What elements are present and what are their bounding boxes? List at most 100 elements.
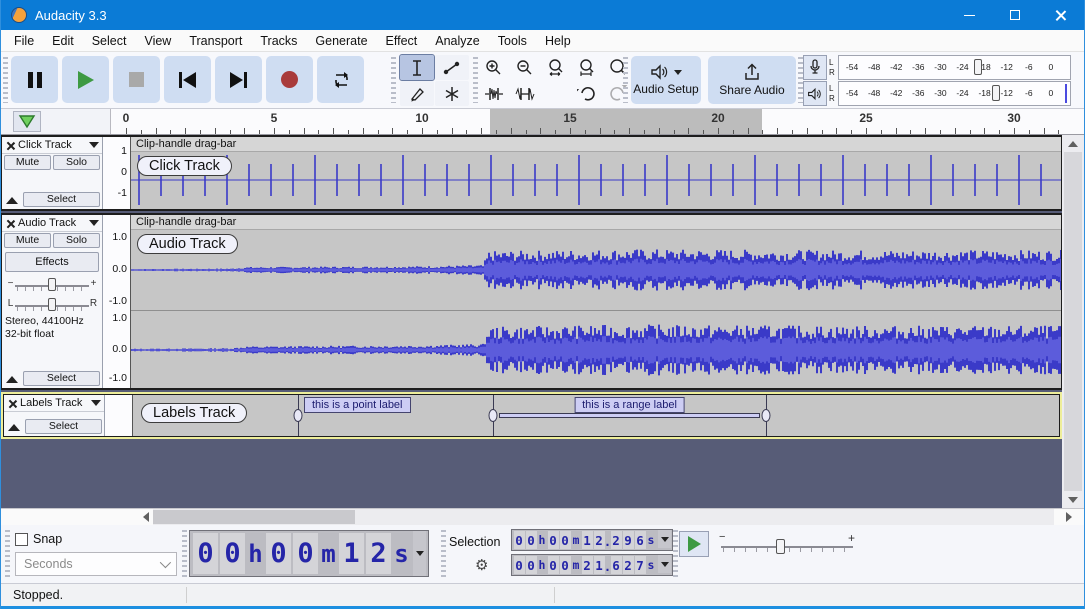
time-digit[interactable]: 6 bbox=[610, 556, 622, 574]
playback-meter-scale[interactable]: -54 -48 -42 -36 -30 -24 -18 -12 -6 0 bbox=[838, 81, 1071, 106]
menu-effect[interactable]: Effect bbox=[377, 31, 427, 51]
scroll-right-button[interactable] bbox=[1061, 509, 1076, 525]
point-label-text[interactable]: this is a point label bbox=[304, 397, 411, 413]
menu-file[interactable]: File bbox=[5, 31, 43, 51]
time-digit[interactable]: 0 bbox=[513, 531, 525, 549]
skip-to-end-button[interactable] bbox=[215, 56, 262, 103]
play-button[interactable] bbox=[62, 56, 109, 103]
mute-button[interactable]: Mute bbox=[4, 155, 51, 170]
setup-grabber[interactable] bbox=[623, 57, 628, 103]
snap-grabber[interactable] bbox=[5, 530, 10, 578]
gear-icon[interactable]: ⚙ bbox=[475, 558, 488, 573]
time-digit[interactable]: 0 bbox=[513, 556, 525, 574]
stop-button[interactable] bbox=[113, 56, 160, 103]
track-title[interactable]: Audio Track bbox=[18, 217, 86, 229]
range-label-text[interactable]: this is a range label bbox=[574, 397, 685, 413]
time-digit[interactable]: 0 bbox=[525, 531, 537, 549]
audio-waveform-left[interactable]: Audio Track bbox=[131, 230, 1061, 310]
horizontal-scrollbar-thumb[interactable] bbox=[153, 510, 355, 524]
trim-outside-selection-button[interactable] bbox=[479, 81, 509, 106]
clip-name-badge[interactable]: Click Track bbox=[137, 156, 232, 176]
horizontal-scrollbar[interactable] bbox=[1, 508, 1084, 525]
select-track-button[interactable]: Select bbox=[25, 419, 102, 434]
scroll-up-button[interactable] bbox=[1062, 135, 1084, 152]
close-track-button[interactable] bbox=[2, 137, 18, 153]
clip-drag-bar[interactable]: Clip-handle drag-bar bbox=[131, 215, 1061, 230]
pan-slider[interactable] bbox=[15, 297, 89, 311]
track-title[interactable]: Labels Track bbox=[20, 397, 88, 409]
minimize-button[interactable] bbox=[946, 0, 992, 30]
play-at-speed-button[interactable] bbox=[679, 531, 709, 557]
snap-mode-select[interactable]: Seconds bbox=[15, 552, 177, 576]
time-grabber[interactable] bbox=[182, 530, 187, 578]
vertical-scrollbar-thumb[interactable] bbox=[1064, 152, 1082, 491]
solo-button[interactable]: Solo bbox=[53, 233, 100, 248]
track-menu-arrow-icon[interactable] bbox=[89, 220, 99, 226]
menu-edit[interactable]: Edit bbox=[43, 31, 83, 51]
maximize-button[interactable] bbox=[992, 0, 1038, 30]
time-digit[interactable]: 1 bbox=[593, 556, 605, 574]
pan-slider-thumb[interactable] bbox=[48, 297, 56, 311]
click-track-vertical-ruler[interactable]: 1 0 -1 bbox=[103, 137, 131, 209]
audio-track-vertical-ruler[interactable]: 1.0 0.0 -1.0 1.0 0.0 -1.0 bbox=[103, 215, 131, 388]
time-digit[interactable]: 0 bbox=[559, 556, 571, 574]
gain-slider-thumb[interactable] bbox=[48, 277, 56, 291]
menu-analyze[interactable]: Analyze bbox=[426, 31, 488, 51]
speed-slider-thumb[interactable] bbox=[776, 539, 786, 554]
clip-name-badge[interactable]: Labels Track bbox=[141, 403, 248, 423]
collapse-track-button[interactable] bbox=[6, 421, 22, 434]
fit-selection-button[interactable] bbox=[541, 55, 571, 80]
time-digit[interactable]: 0 bbox=[293, 533, 318, 574]
multi-tool-button[interactable] bbox=[435, 81, 469, 106]
time-digit[interactable]: 2 bbox=[610, 531, 622, 549]
redo-button[interactable] bbox=[603, 81, 633, 106]
menu-select[interactable]: Select bbox=[83, 31, 136, 51]
time-digit[interactable]: 1 bbox=[581, 531, 593, 549]
zoom-toggle-button[interactable] bbox=[603, 55, 633, 80]
collapse-track-button[interactable] bbox=[4, 373, 20, 386]
silence-selection-button[interactable] bbox=[510, 81, 540, 106]
draw-tool-button[interactable] bbox=[400, 81, 434, 106]
zoom-out-button[interactable] bbox=[510, 55, 540, 80]
time-format-dropdown[interactable] bbox=[658, 530, 671, 548]
menu-generate[interactable]: Generate bbox=[306, 31, 376, 51]
menu-tools[interactable]: Tools bbox=[489, 31, 536, 51]
audio-position-display[interactable]: 00h00m12s bbox=[189, 530, 429, 577]
snap-checkbox[interactable] bbox=[15, 532, 28, 546]
audio-setup-button[interactable]: Audio Setup bbox=[631, 56, 701, 104]
time-format-dropdown[interactable] bbox=[658, 555, 671, 573]
range-label-end-handle[interactable] bbox=[761, 409, 771, 422]
track-menu-arrow-icon[interactable] bbox=[89, 142, 99, 148]
time-digit[interactable]: 0 bbox=[525, 556, 537, 574]
menu-transport[interactable]: Transport bbox=[180, 31, 251, 51]
time-digit[interactable]: 0 bbox=[547, 531, 559, 549]
effects-button[interactable]: Effects bbox=[5, 252, 99, 272]
mute-button[interactable]: Mute bbox=[4, 233, 51, 248]
clip-name-badge[interactable]: Audio Track bbox=[137, 234, 238, 254]
time-digit[interactable]: 2 bbox=[366, 533, 391, 574]
tools-grabber[interactable] bbox=[391, 57, 396, 103]
clip-drag-bar[interactable]: Clip-handle drag-bar bbox=[131, 137, 1061, 152]
time-digit[interactable]: 2 bbox=[593, 531, 605, 549]
speed-grabber[interactable] bbox=[673, 530, 678, 578]
menu-tracks[interactable]: Tracks bbox=[251, 31, 306, 51]
audio-waveform-right[interactable] bbox=[131, 311, 1061, 388]
time-digit[interactable]: 0 bbox=[193, 533, 218, 574]
range-label-bar[interactable] bbox=[499, 413, 760, 418]
toolbar-grabber[interactable] bbox=[3, 57, 8, 103]
click-track-waveform[interactable]: Click Track bbox=[131, 152, 1061, 209]
range-label-start-handle[interactable] bbox=[488, 409, 498, 422]
menu-view[interactable]: View bbox=[135, 31, 180, 51]
record-button[interactable] bbox=[266, 56, 313, 103]
selection-start-field[interactable]: 00h00m12.296s bbox=[511, 529, 673, 551]
time-digit[interactable]: 2 bbox=[622, 556, 634, 574]
record-meter-button[interactable] bbox=[803, 55, 827, 80]
close-track-button[interactable] bbox=[4, 395, 20, 411]
time-digit[interactable]: 0 bbox=[220, 533, 245, 574]
loop-button[interactable] bbox=[317, 56, 364, 103]
fit-project-button[interactable] bbox=[572, 55, 602, 80]
share-audio-button[interactable]: Share Audio bbox=[708, 56, 796, 104]
selection-end-field[interactable]: 00h00m21.627s bbox=[511, 554, 673, 576]
track-menu-arrow-icon[interactable] bbox=[91, 400, 101, 406]
solo-button[interactable]: Solo bbox=[53, 155, 100, 170]
